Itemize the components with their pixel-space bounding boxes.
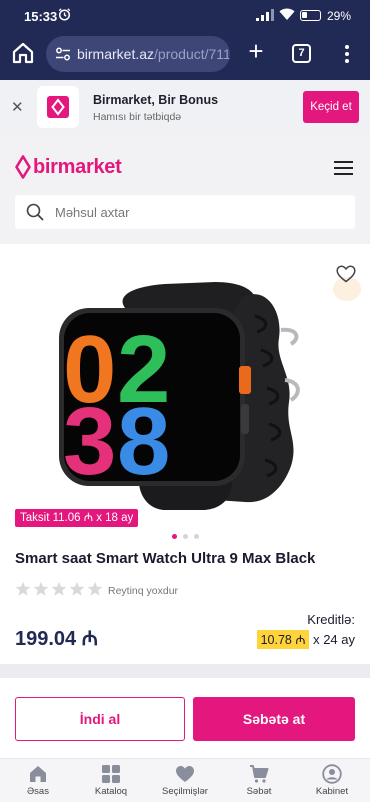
product-section: 0 2 3 8 Taksit 11.06 ₼ x 18 ay Smart saa…: [0, 244, 370, 664]
star-icon: [15, 581, 31, 596]
url-path: /product/71195: [154, 46, 230, 62]
battery-icon: [300, 10, 321, 21]
site-header: birmarket: [0, 136, 370, 244]
signal-icon: [256, 9, 274, 21]
credit-amount: 10.78 ₼: [256, 630, 310, 649]
open-app-button[interactable]: Keçid et: [303, 91, 359, 123]
watch-digit-8: 8: [117, 388, 170, 495]
cart-icon: [250, 765, 269, 783]
nav-label: Seçilmişlər: [162, 786, 208, 797]
nav-label: Kataloq: [94, 786, 128, 797]
app-promo-banner: ✕ Birmarket, Bir Bonus Hamısı bir tətbiq…: [0, 80, 370, 136]
credit-label: Kreditlə:: [307, 612, 355, 627]
status-time: 15:33: [24, 9, 58, 24]
app-logo-icon: [47, 96, 69, 118]
star-icon: [51, 581, 67, 596]
pagination-dot-3[interactable]: [194, 534, 199, 539]
rating-text: Reytinq yoxdur: [108, 585, 179, 597]
search-box[interactable]: [15, 195, 355, 229]
star-icon: [87, 581, 103, 596]
nav-item-favorites[interactable]: Seçilmişlər: [148, 764, 222, 797]
credit-term: x 24 ay: [313, 632, 355, 647]
rating-stars: [15, 581, 103, 596]
battery-level: 29%: [327, 9, 352, 23]
add-to-cart-button[interactable]: Səbətə at: [193, 697, 355, 741]
url-text: birmarket.az/product/71195: [77, 46, 230, 62]
search-icon: [26, 203, 44, 221]
status-bar: 15:33 29%: [0, 0, 370, 30]
nav-label: Kabinet: [315, 786, 349, 797]
product-image-smartwatch[interactable]: 0 2 3 8: [55, 264, 305, 516]
image-pagination: [170, 534, 202, 540]
purchase-actions: İndi al Səbətə at: [0, 678, 370, 758]
address-bar[interactable]: birmarket.az/product/71195: [46, 36, 230, 72]
hamburger-menu-icon[interactable]: [334, 160, 353, 176]
nav-item-account[interactable]: Kabinet: [295, 764, 369, 797]
browser-toolbar: birmarket.az/product/71195 + 7: [0, 30, 370, 80]
wifi-icon: [279, 8, 295, 20]
nav-item-cart[interactable]: Səbət: [222, 764, 296, 797]
app-logo: [37, 86, 79, 128]
url-domain: birmarket.az: [77, 46, 155, 62]
user-icon: [322, 764, 342, 784]
star-icon: [69, 581, 85, 596]
kebab-menu-icon[interactable]: [340, 43, 354, 65]
alarm-icon: [58, 8, 71, 21]
credit-offer: 10.78 ₼ x 24 ay: [256, 630, 355, 650]
nav-item-catalog[interactable]: Kataloq: [74, 764, 148, 797]
search-input[interactable]: [55, 195, 345, 229]
product-price: 199.04 ₼: [15, 628, 98, 650]
product-title: Smart saat Smart Watch Ultra 9 Max Black: [15, 550, 316, 567]
close-icon[interactable]: ✕: [11, 98, 24, 116]
pagination-dot-2[interactable]: [183, 534, 188, 539]
nav-label: Səbət: [246, 786, 272, 797]
logo-text: birmarket: [33, 156, 122, 178]
logo-diamond-icon: [15, 155, 31, 179]
nav-item-home[interactable]: Əsas: [1, 764, 75, 797]
heart-icon: [176, 766, 194, 782]
section-divider: [0, 664, 370, 678]
installment-badge: Taksit 11.06 ₼ x 18 ay: [15, 509, 139, 527]
promo-title: Birmarket, Bir Bonus: [93, 93, 219, 107]
heart-icon[interactable]: [336, 265, 356, 283]
home-icon[interactable]: [10, 40, 36, 66]
pagination-dot-1[interactable]: [172, 534, 177, 539]
nav-label: Əsas: [27, 786, 49, 797]
buy-now-button[interactable]: İndi al: [15, 697, 185, 741]
new-tab-icon[interactable]: +: [244, 38, 268, 66]
watch-digit-3: 3: [63, 388, 116, 495]
star-icon: [33, 581, 49, 596]
tab-switcher-button[interactable]: 7: [292, 44, 311, 63]
promo-subtitle: Hamısı bir tətbiqdə: [93, 111, 182, 123]
home-icon: [30, 766, 46, 782]
grid-icon: [102, 765, 120, 783]
site-settings-icon[interactable]: [55, 46, 71, 62]
bottom-navigation: Əsas Kataloq Seçilmişlər Səbət Kabinet: [0, 758, 370, 802]
